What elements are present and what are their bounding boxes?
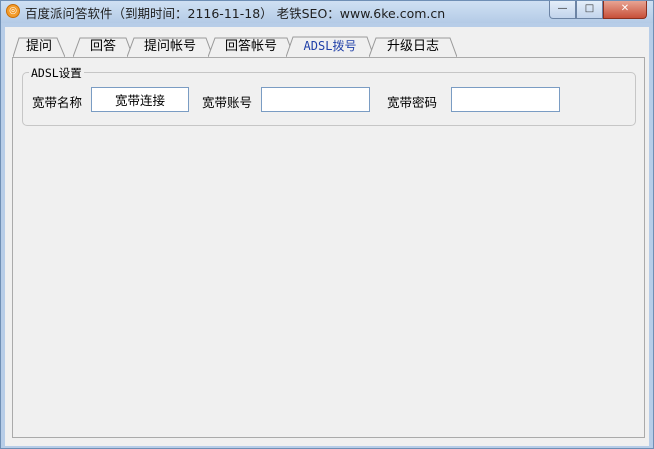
minimize-button[interactable]: — bbox=[549, 1, 576, 19]
app-window: ◎ 百度派问答软件（到期时间：2116-11-18） 老铁SEO：www.6ke… bbox=[0, 0, 654, 449]
tab-ask[interactable]: 提问 bbox=[13, 37, 65, 57]
tab-upgrade-log-label: 升级日志 bbox=[386, 39, 439, 54]
maximize-button[interactable]: □ bbox=[576, 1, 603, 19]
window-title: 百度派问答软件（到期时间：2116-11-18） 老铁SEO：www.6ke.c… bbox=[25, 6, 446, 21]
tab-answer[interactable]: 回答 bbox=[73, 37, 133, 57]
broadband-name-input[interactable] bbox=[91, 87, 189, 112]
adsl-settings-title: ADSL设置 bbox=[29, 65, 84, 81]
client-area: 提问 回答 提问帐号 回答帐号 ADSL拨号 升级日志 ADSL设置 宽带名称 bbox=[5, 27, 649, 446]
broadband-account-input[interactable] bbox=[261, 87, 370, 112]
title-bar[interactable]: ◎ 百度派问答软件（到期时间：2116-11-18） 老铁SEO：www.6ke… bbox=[1, 1, 653, 23]
broadband-password-label: 宽带密码 bbox=[387, 95, 438, 110]
tab-adsl-dial-label: ADSL拨号 bbox=[303, 39, 357, 53]
broadband-account-label: 宽带账号 bbox=[202, 95, 253, 110]
tab-adsl-dial[interactable]: ADSL拨号 bbox=[286, 36, 374, 57]
adsl-tab-panel: ADSL设置 宽带名称 宽带账号 宽带密码 bbox=[12, 57, 645, 438]
tab-upgrade-log[interactable]: 升级日志 bbox=[369, 37, 457, 57]
tab-answer-accounts-label: 回答帐号 bbox=[224, 39, 277, 54]
broadband-password-input[interactable] bbox=[451, 87, 560, 112]
tab-ask-accounts[interactable]: 提问帐号 bbox=[127, 37, 213, 57]
tab-answer-label: 回答 bbox=[89, 39, 116, 54]
tab-ask-label: 提问 bbox=[25, 39, 52, 54]
app-icon: ◎ bbox=[6, 4, 20, 18]
adsl-settings-group: ADSL设置 宽带名称 宽带账号 宽带密码 bbox=[22, 65, 636, 126]
broadband-name-label: 宽带名称 bbox=[32, 95, 83, 110]
close-button[interactable]: ✕ bbox=[603, 1, 647, 19]
tab-ask-accounts-label: 提问帐号 bbox=[143, 39, 196, 54]
tab-answer-accounts[interactable]: 回答帐号 bbox=[208, 37, 294, 57]
